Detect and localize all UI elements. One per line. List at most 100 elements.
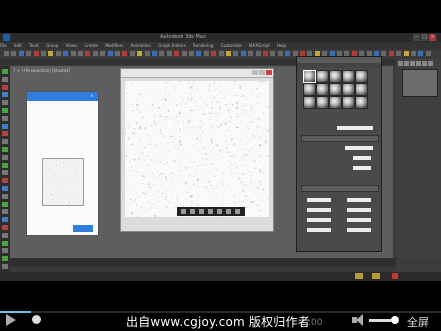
- menu-item[interactable]: Help: [277, 43, 286, 48]
- toolbar-tool-icon[interactable]: [425, 51, 431, 56]
- side-tool-icon[interactable]: [2, 256, 8, 262]
- param-field[interactable]: [307, 228, 331, 232]
- material-name-field[interactable]: [337, 126, 373, 130]
- material-slot[interactable]: [342, 96, 355, 109]
- side-tool-icon[interactable]: [2, 131, 8, 137]
- set-key-button[interactable]: [372, 273, 380, 279]
- side-tool-icon[interactable]: [2, 76, 8, 82]
- toolbar-tool-icon[interactable]: [152, 51, 157, 56]
- menu-item[interactable]: Tools: [29, 43, 39, 48]
- viewport-label[interactable]: [ + ] [Perspective] [Shaded]: [14, 68, 70, 73]
- toolbar-tool-icon[interactable]: [233, 51, 239, 56]
- play-icon[interactable]: [6, 314, 16, 326]
- side-tool-icon[interactable]: [2, 240, 8, 246]
- side-tool-icon[interactable]: [2, 115, 8, 121]
- menu-item[interactable]: Edit: [14, 43, 22, 48]
- toolbar-tool-icon[interactable]: [4, 51, 9, 56]
- close-icon[interactable]: ×: [429, 34, 436, 41]
- menu-item[interactable]: Graph Editors: [158, 43, 185, 48]
- side-tool-icon[interactable]: [2, 248, 8, 254]
- shader-dropdown[interactable]: [345, 146, 373, 150]
- toolbar-tool-icon[interactable]: [100, 51, 106, 56]
- side-tool-icon[interactable]: [2, 154, 8, 160]
- rollout-header[interactable]: [301, 185, 379, 192]
- side-tool-icon[interactable]: [2, 225, 8, 230]
- toolbar-tool-icon[interactable]: [85, 51, 91, 56]
- menu-item[interactable]: Customize: [221, 43, 242, 48]
- toolbar-tool-icon[interactable]: [396, 51, 402, 56]
- side-tool-icon[interactable]: [2, 162, 8, 168]
- fit-icon[interactable]: [199, 209, 204, 214]
- shader-row[interactable]: [307, 145, 377, 151]
- param-row[interactable]: [307, 197, 377, 203]
- menu-item[interactable]: File: [0, 43, 7, 48]
- material-slot[interactable]: [355, 70, 368, 83]
- toolbar-tool-icon[interactable]: [218, 51, 224, 56]
- toolbar-tool-icon[interactable]: [211, 51, 217, 56]
- toolbar-tool-icon[interactable]: [129, 51, 135, 56]
- display-tab-icon[interactable]: [422, 61, 427, 66]
- toolbar-tool-icon[interactable]: [181, 51, 187, 56]
- menu-item[interactable]: Rendering: [193, 43, 213, 48]
- time-slider[interactable]: [10, 258, 396, 267]
- minimize-icon[interactable]: –: [413, 34, 420, 41]
- side-tool-icon[interactable]: [2, 100, 8, 106]
- side-tool-icon[interactable]: [2, 178, 8, 184]
- side-tool-icon[interactable]: [2, 69, 8, 74]
- param-field[interactable]: [307, 218, 331, 222]
- side-tool-icon[interactable]: [2, 123, 8, 129]
- side-tool-icon[interactable]: [2, 264, 8, 269]
- motion-tab-icon[interactable]: [416, 61, 421, 66]
- utilities-tab-icon[interactable]: [428, 61, 433, 66]
- param-field[interactable]: [353, 166, 371, 170]
- zoom-in-icon[interactable]: [190, 209, 195, 214]
- toolbar-tool-icon[interactable]: [270, 51, 276, 56]
- toolbar-tool-icon[interactable]: [285, 51, 291, 56]
- command-panel-tabs[interactable]: [398, 61, 439, 67]
- param-field[interactable]: [353, 156, 371, 160]
- toolbar-tool-icon[interactable]: [255, 51, 261, 56]
- toolbar-tool-icon[interactable]: [277, 51, 283, 56]
- param-field[interactable]: [347, 198, 371, 202]
- maximize-icon[interactable]: □: [421, 34, 428, 41]
- material-slot[interactable]: [316, 70, 329, 83]
- material-slot[interactable]: [355, 83, 368, 96]
- fullscreen-button[interactable]: 全屏: [407, 314, 429, 330]
- toolbar-tool-icon[interactable]: [403, 51, 409, 56]
- material-slot[interactable]: [316, 83, 329, 96]
- plugin-panel-header[interactable]: ×: [27, 92, 98, 101]
- side-tool-icon[interactable]: [2, 139, 8, 145]
- menu-item[interactable]: Group: [46, 43, 58, 48]
- material-slot[interactable]: [342, 83, 355, 96]
- toolbar-tool-icon[interactable]: [107, 51, 113, 56]
- toolbar-tool-icon[interactable]: [203, 51, 209, 56]
- progress-knob[interactable]: [32, 315, 41, 324]
- noise-texture-image[interactable]: [125, 81, 269, 217]
- param-field[interactable]: [307, 198, 331, 202]
- hierarchy-tab-icon[interactable]: [410, 61, 415, 66]
- toolbar-tool-icon[interactable]: [240, 51, 246, 56]
- toolbar-tool-icon[interactable]: [137, 51, 143, 56]
- param-field[interactable]: [347, 218, 371, 222]
- close-icon[interactable]: ×: [90, 93, 93, 98]
- menu-item[interactable]: Modifiers: [105, 43, 123, 48]
- material-slot[interactable]: [303, 70, 316, 83]
- side-tool-icon[interactable]: [2, 170, 8, 176]
- toolbar-tool-icon[interactable]: [33, 51, 39, 56]
- toolbar-tool-icon[interactable]: [411, 51, 416, 56]
- param-row[interactable]: [307, 165, 377, 171]
- material-slot[interactable]: [303, 83, 316, 96]
- side-tool-icon[interactable]: [2, 92, 8, 98]
- toolbar-tool-icon[interactable]: [174, 51, 180, 56]
- param-field[interactable]: [347, 228, 371, 232]
- toolbar-tool-icon[interactable]: [122, 51, 128, 56]
- toolbar-tool-icon[interactable]: [115, 51, 120, 56]
- toolbar-tool-icon[interactable]: [78, 51, 83, 56]
- viewer-title-bar[interactable]: [121, 69, 273, 78]
- menu-item[interactable]: Views: [66, 43, 78, 48]
- create-tab-icon[interactable]: [398, 61, 403, 66]
- side-tool-icon[interactable]: [2, 84, 8, 90]
- material-slot[interactable]: [316, 96, 329, 109]
- menu-item[interactable]: Create: [84, 43, 97, 48]
- side-tool-icon[interactable]: [2, 217, 8, 223]
